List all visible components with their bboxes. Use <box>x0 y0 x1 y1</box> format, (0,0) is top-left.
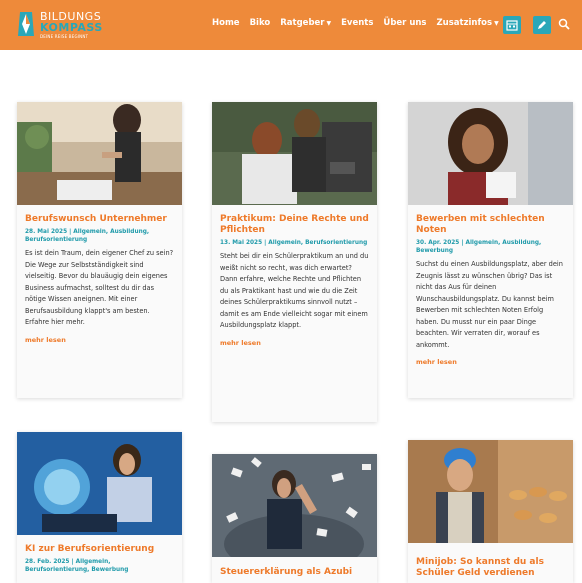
logo-tagline: DEINE REISE BEGINNT <box>40 34 89 39</box>
article-excerpt: Es ist dein Traum, dein eigener Chef zu … <box>25 249 174 326</box>
ai-laptop-photo <box>17 432 182 535</box>
read-more-link[interactable]: mehr lesen <box>416 358 565 366</box>
nav-item-biko[interactable]: Biko <box>250 18 271 32</box>
student-photo <box>408 102 573 205</box>
nav-label: Biko <box>249 18 271 28</box>
calendar-button[interactable] <box>503 16 521 34</box>
article-card[interactable]: Praktikum: Deine Rechte und Pflichten 13… <box>212 102 377 422</box>
article-title[interactable]: Praktikum: Deine Rechte und Pflichten <box>220 214 369 236</box>
article-card[interactable]: Berufswunsch Unternehmer 28. Mai 2025 | … <box>17 102 182 398</box>
article-excerpt: Suchst du einen Ausbildungsplatz, aber d… <box>416 260 563 349</box>
article-image[interactable] <box>17 432 182 535</box>
calendar-icon <box>506 20 518 31</box>
article-image[interactable] <box>17 102 182 205</box>
chevron-down-icon: ▼ <box>326 20 332 27</box>
site-header: BILDUNGS KOMPASS DEINE REISE BEGINNT Hom… <box>0 0 582 50</box>
article-image[interactable] <box>408 102 573 205</box>
search-icon[interactable] <box>558 18 570 30</box>
chevron-down-icon: ▼ <box>494 20 499 27</box>
article-title[interactable]: Bewerben mit schlechten Noten <box>416 214 565 236</box>
nav-label: Events <box>341 18 374 28</box>
article-meta[interactable]: 28. Feb. 2025 | Allgemein, Berufsorienti… <box>25 558 174 574</box>
article-card[interactable]: Steuererklärung als Azubi <box>212 454 377 583</box>
read-more-link[interactable]: mehr lesen <box>25 336 174 344</box>
nav-label: Home <box>212 18 240 28</box>
article-title[interactable]: Berufswunsch Unternehmer <box>25 214 174 225</box>
nav-item-events[interactable]: Events <box>341 18 373 32</box>
compass-logo-icon <box>18 12 34 36</box>
article-meta[interactable]: 28. Mai 2025 | Allgemein, Ausbildung, Be… <box>25 228 174 244</box>
nav-item-ueber-uns[interactable]: Über uns <box>383 18 426 32</box>
main-nav: Home Biko Ratgeber ▼ Events Über uns Zusa… <box>212 18 509 32</box>
article-meta[interactable]: 13. Mai 2025 | Allgemein, Berufsorientie… <box>220 239 369 247</box>
nav-label: Über uns <box>383 18 427 28</box>
article-image[interactable] <box>212 102 377 205</box>
workshop-photo <box>17 102 182 205</box>
nav-item-home[interactable]: Home <box>212 18 240 32</box>
article-title[interactable]: KI zur Berufsorientierung <box>25 544 174 555</box>
pen-button[interactable] <box>533 16 551 34</box>
pen-icon <box>538 21 546 29</box>
bakery-photo <box>408 440 573 543</box>
article-card[interactable]: Bewerben mit schlechten Noten 30. Apr. 2… <box>408 102 573 398</box>
flying-papers-photo <box>212 454 377 557</box>
article-meta[interactable]: 30. Apr. 2025 | Allgemein, Ausbildung, B… <box>416 239 565 255</box>
workshop-photo <box>212 102 377 205</box>
nav-item-zusatzinfos[interactable]: Zusatzinfos ▼ <box>437 18 499 32</box>
article-image[interactable] <box>408 440 573 543</box>
article-card[interactable]: Minijob: So kannst du als Schüler Geld v… <box>408 440 573 583</box>
article-title[interactable]: Steuererklärung als Azubi <box>220 567 369 578</box>
read-more-link[interactable]: mehr lesen <box>220 339 369 347</box>
article-excerpt: Steht bei dir ein Schülerpraktikum an un… <box>220 252 369 329</box>
article-card[interactable]: KI zur Berufsorientierung 28. Feb. 2025 … <box>17 432 182 583</box>
nav-item-ratgeber[interactable]: Ratgeber ▼ <box>280 18 331 32</box>
article-title[interactable]: Minijob: So kannst du als Schüler Geld v… <box>416 557 565 579</box>
site-logo[interactable]: BILDUNGS KOMPASS DEINE REISE BEGINNT <box>16 10 103 42</box>
nav-label: Zusatzinfos <box>436 18 493 28</box>
nav-label: Ratgeber <box>280 18 325 28</box>
article-image[interactable] <box>212 454 377 557</box>
logo-text-line2: KOMPASS <box>40 21 103 34</box>
